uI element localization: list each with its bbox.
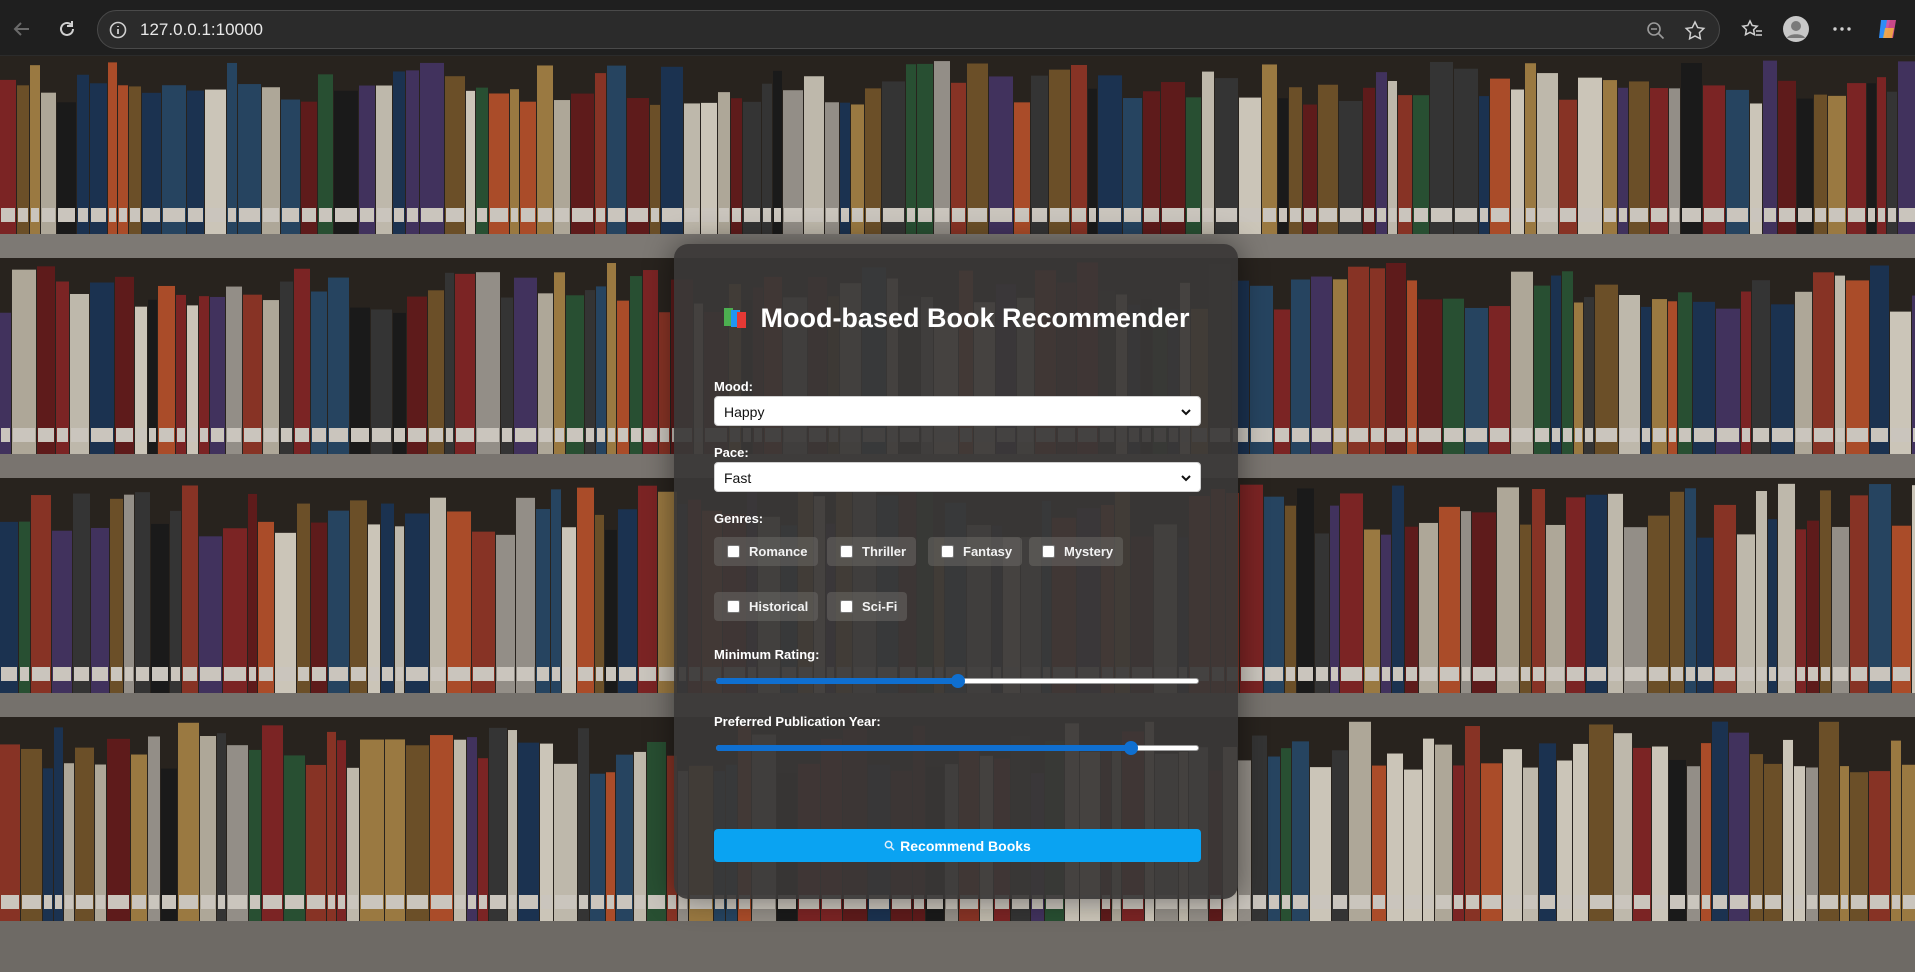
- genre-label: Sci-Fi: [862, 599, 898, 614]
- books-icon: [724, 308, 747, 328]
- slider-thumb[interactable]: [950, 674, 965, 688]
- genre-option-romance[interactable]: Romance: [714, 537, 818, 566]
- genre-label: Romance: [749, 544, 808, 559]
- favorites-icon: [1741, 19, 1762, 37]
- chevron-down-icon: [1181, 409, 1191, 416]
- pace-label: Pace:: [714, 445, 749, 460]
- min-rating-label: Minimum Rating:: [714, 647, 820, 662]
- genre-option-fantasy[interactable]: Fantasy: [928, 537, 1023, 566]
- checkbox[interactable]: [727, 545, 740, 558]
- checkbox[interactable]: [840, 545, 853, 558]
- genre-option-mystery[interactable]: Mystery: [1029, 537, 1124, 566]
- avatar-icon: [1783, 16, 1809, 42]
- genre-label: Fantasy: [963, 544, 1013, 559]
- pub-year-slider[interactable]: [714, 741, 1201, 755]
- mood-label: Mood:: [714, 379, 753, 394]
- recommend-books-button[interactable]: Recommend Books: [714, 829, 1201, 862]
- checkbox[interactable]: [727, 600, 740, 613]
- page-viewport: Mood-based Book Recommender Mood: Happy …: [0, 56, 1915, 972]
- more-menu-button[interactable]: [1826, 13, 1858, 45]
- mood-value: Happy: [724, 404, 765, 420]
- slider-thumb[interactable]: [1124, 741, 1139, 755]
- search-icon: [884, 840, 895, 851]
- profile-button[interactable]: [1780, 13, 1812, 45]
- back-button[interactable]: [5, 12, 39, 46]
- genre-option-historical[interactable]: Historical: [714, 592, 819, 621]
- checkbox[interactable]: [840, 600, 853, 613]
- genre-label: Thriller: [862, 544, 907, 559]
- favorite-star-icon[interactable]: [1683, 19, 1707, 43]
- more-dots-icon: [1833, 27, 1851, 31]
- info-icon[interactable]: [108, 20, 128, 40]
- reload-icon: [60, 21, 74, 36]
- genres-label: Genres:: [714, 511, 764, 526]
- min-rating-slider[interactable]: [714, 674, 1201, 688]
- pace-value: Fast: [724, 470, 752, 486]
- pace-select[interactable]: Fast: [714, 462, 1201, 492]
- genre-option-thriller[interactable]: Thriller: [827, 537, 917, 566]
- genre-label: Historical: [749, 599, 809, 614]
- browser-toolbar: 127.0.0.1:10000: [0, 0, 1915, 56]
- back-arrow-icon: [13, 22, 29, 36]
- favorites-button[interactable]: [1736, 13, 1768, 45]
- url-text[interactable]: 127.0.0.1:10000: [140, 20, 263, 40]
- address-bar[interactable]: 127.0.0.1:10000: [97, 10, 1720, 49]
- recommend-button-label: Recommend Books: [900, 837, 1031, 854]
- genre-option-scifi[interactable]: Sci-Fi: [827, 592, 908, 621]
- checkbox[interactable]: [941, 545, 954, 558]
- genre-label: Mystery: [1064, 544, 1114, 559]
- checkbox[interactable]: [1042, 545, 1055, 558]
- recommender-card: Mood-based Book Recommender Mood: Happy …: [674, 244, 1238, 899]
- slider-fill: [716, 745, 1132, 751]
- title-text: Mood-based Book Recommender: [760, 303, 1190, 333]
- copilot-button[interactable]: [1872, 13, 1904, 45]
- mood-select[interactable]: Happy: [714, 396, 1201, 426]
- zoom-out-icon[interactable]: [1645, 20, 1667, 42]
- pub-year-label: Preferred Publication Year:: [714, 714, 881, 729]
- chevron-down-icon: [1181, 475, 1191, 482]
- page-title: Mood-based Book Recommender: [674, 303, 1238, 334]
- slider-fill: [716, 678, 958, 684]
- copilot-icon: [1879, 20, 1896, 38]
- reload-button[interactable]: [50, 12, 84, 46]
